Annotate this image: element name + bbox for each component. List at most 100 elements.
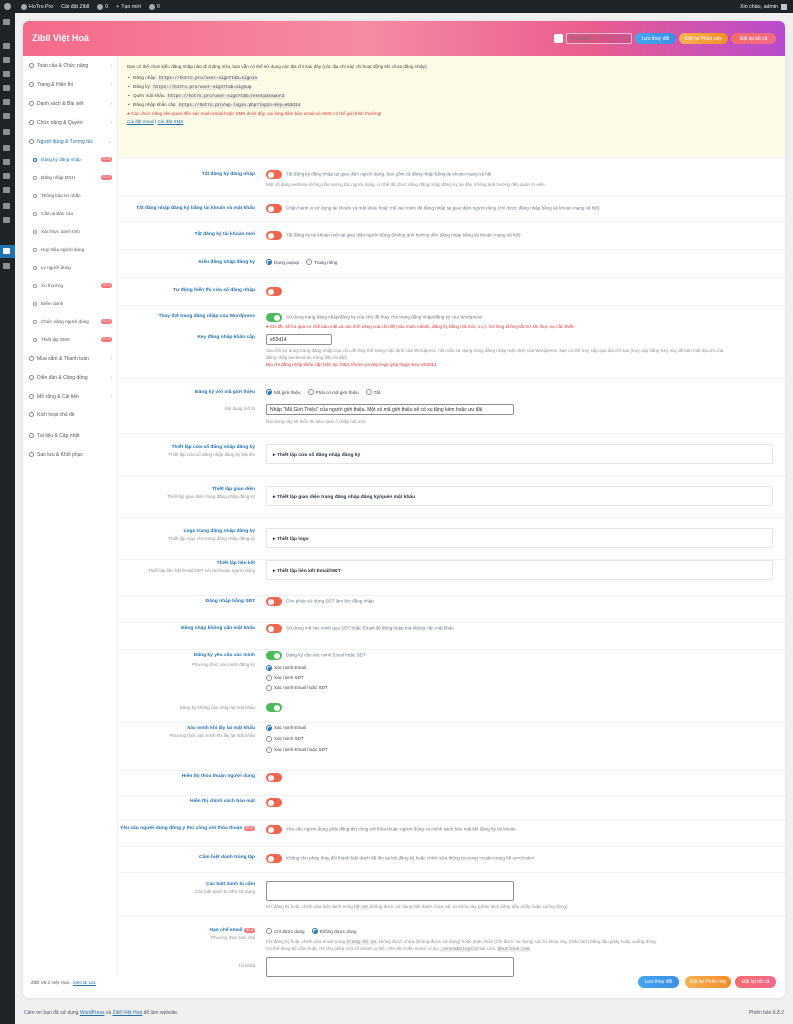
settings-icon[interactable] <box>3 187 10 193</box>
pin-icon[interactable] <box>3 43 10 49</box>
toggle-switch[interactable] <box>266 170 282 179</box>
radio-email-or-phone[interactable]: Xác minh Email hoặc SĐT <box>266 685 328 691</box>
sidebar-sub-ban[interactable]: Cấm & Báo cáo <box>23 207 118 220</box>
plugins-icon[interactable] <box>3 145 10 151</box>
toggle-switch[interactable] <box>266 854 282 863</box>
sidebar-item-lists[interactable]: Danh sách & Bài viết › <box>23 97 118 110</box>
appearance-icon[interactable] <box>3 129 10 135</box>
customize-link[interactable]: Cài đặt Zibll <box>61 4 89 10</box>
pages-icon[interactable] <box>3 71 10 77</box>
sidebar-item-pages[interactable]: Trang & Hiển thị › <box>23 78 118 91</box>
banned-nicknames-textarea[interactable] <box>266 881 514 901</box>
dashboard-icon[interactable] <box>3 19 10 25</box>
accordion-popup[interactable]: ▸ Thiết lập cửa sổ đăng nhập đăng ký <box>266 444 773 464</box>
row-banned-nicknames: Các biệt danh bị cấm Các biệt danh bị cấ… <box>118 872 785 916</box>
collapse-menu-icon[interactable] <box>3 263 10 269</box>
updates-link[interactable]: 0 <box>148 3 160 10</box>
sidebar-sub-checkin[interactable]: Điểm danh <box>23 297 118 310</box>
radio-invite-required[interactable] <box>307 389 314 395</box>
accordion-logo[interactable]: ▸ Thiết lập logo <box>266 528 773 548</box>
reply-icon[interactable] <box>3 113 10 119</box>
zibll-link[interactable]: Zibll Việt Hoá <box>113 1010 143 1016</box>
sidebar-sub-medals[interactable]: Huy hiệu người dùng <box>23 243 118 256</box>
toggle-switch[interactable] <box>266 313 282 322</box>
radio-popup[interactable] <box>266 259 272 265</box>
sidebar-item-users[interactable]: Người dùng & Tương tác ⌄ <box>23 135 118 148</box>
toggle-switch[interactable] <box>266 204 282 213</box>
radio-deny[interactable] <box>311 928 318 934</box>
author-link[interactable]: Mèo Bị Lạc <box>73 980 96 985</box>
sidebar-item-permissions[interactable]: Chức năng & Quyền › <box>23 116 118 129</box>
sidebar-item-docs[interactable]: Tài liệu & Cập nhật <box>23 429 118 442</box>
url-label: Đăng nhập: <box>133 75 157 80</box>
email-keywords-textarea[interactable] <box>266 957 514 977</box>
users-icon[interactable] <box>3 159 10 165</box>
sidebar-item-global[interactable]: Toàn cầu & Chức năng › <box>23 59 118 72</box>
tools-icon[interactable] <box>3 173 10 179</box>
accordion-interface[interactable]: ▸ Thiết lập giao diện trang đăng nhập đă… <box>266 486 773 506</box>
radio-email[interactable]: Xác minh Email <box>266 665 306 671</box>
reset-all-button-bottom[interactable]: Đặt lại tất cả <box>735 976 776 988</box>
comments-link[interactable]: 0 <box>97 3 108 10</box>
radio-allow-only[interactable] <box>266 928 272 934</box>
sidebar-sub-social[interactable]: Đăng nhập MXH V7.2 <box>23 171 118 184</box>
forum-icon[interactable] <box>3 99 10 105</box>
sidebar-sub-sms[interactable]: Thiết lập SMS V7.5 <box>23 333 118 346</box>
options-sidebar: Toàn cầu & Chức năng › Trang & Hiển thị › … <box>23 56 118 976</box>
sidebar-sub-identity[interactable]: Xác thực danh tính <box>23 225 118 238</box>
save-button-bottom[interactable]: Lưu thay đổi <box>638 976 679 988</box>
sms-settings-link[interactable]: Cài đặt SMS <box>158 119 184 124</box>
sidebar-sub-coins[interactable]: Xu thưởng V7.4 <box>23 279 118 292</box>
radio-email-or-phone[interactable]: Xác minh Email hoặc SĐT <box>266 747 328 753</box>
site-name-link[interactable]: HoTro.Pro <box>21 3 53 10</box>
radio-invite[interactable] <box>266 389 272 395</box>
radio-off[interactable] <box>365 389 372 395</box>
sidebar-item-shop[interactable]: Mua sắm & Thanh toán › <box>23 352 118 365</box>
toggle-switch[interactable] <box>266 703 282 712</box>
search-input[interactable] <box>566 33 632 44</box>
toggle-switch[interactable] <box>266 825 282 834</box>
toggle-switch[interactable] <box>266 597 282 606</box>
wordpress-link[interactable]: WordPress <box>80 1010 105 1016</box>
accordion-link[interactable]: ▸ Thiết lập liên kết Email/SĐT <box>266 560 773 580</box>
sidebar-sub-levels[interactable]: Lv người dùng <box>23 261 118 274</box>
shortcode-icon[interactable] <box>3 217 10 223</box>
toggle-switch[interactable] <box>266 287 282 296</box>
radio-email[interactable]: Xác minh Email <box>266 725 306 731</box>
media-icon[interactable] <box>3 57 10 63</box>
sidebar-item-activate[interactable]: Kích hoạt chủ đề <box>23 408 118 421</box>
sidebar-item-extensions[interactable]: Mở rộng & Cải tiến › <box>23 390 118 403</box>
radio-label: Xác minh SĐT <box>274 675 304 681</box>
radio-dot <box>266 747 272 753</box>
wordpress-logo-icon[interactable] <box>4 3 13 10</box>
sidebar-sub-user-functions[interactable]: Chức năng người dùng V7.3 <box>23 315 118 328</box>
account-menu[interactable]: Xin chào, admin <box>740 3 787 10</box>
toggle-switch[interactable] <box>266 798 282 807</box>
email-settings-link[interactable]: Cài đặt email <box>127 119 154 124</box>
seo-icon[interactable] <box>3 203 10 209</box>
invite-desc-input[interactable]: Nhập "Mã Giới Thiệu" của người giới thiệ… <box>266 404 514 415</box>
setting-label-text: Yêu cầu người dùng đồng ý thủ công với t… <box>120 826 243 831</box>
emergency-key-input[interactable]: e53d14 <box>266 334 332 345</box>
setting-control <box>266 287 286 296</box>
sidebar-item-forum[interactable]: Diễn đàn & Cộng đồng › <box>23 371 118 384</box>
toggle-switch[interactable] <box>266 231 282 240</box>
reset-all-button[interactable]: Đặt lại tất cả <box>731 33 776 44</box>
sidebar-sub-notifications[interactable]: Thông báo tin nhắn <box>23 189 118 202</box>
zibll-menu-active[interactable] <box>0 245 15 258</box>
toggle-switch[interactable] <box>266 773 282 782</box>
reset-section-button-bottom[interactable]: Đặt lại Phần này <box>685 976 731 988</box>
save-button[interactable]: Lưu thay đổi <box>635 33 676 44</box>
toggle-switch[interactable] <box>266 651 282 660</box>
reset-section-button[interactable]: Đặt lại Phần này <box>679 33 728 44</box>
version-badge: V7.3 <box>100 319 112 324</box>
new-content-link[interactable]: + Tạo mới <box>116 4 141 10</box>
sidebar-item-backup[interactable]: Sao lưu & Khôi phục <box>23 448 118 461</box>
radio-page[interactable] <box>306 259 313 265</box>
sidebar-sub-login[interactable]: Đăng ký đăng nhập V7.5 <box>23 153 118 166</box>
radio-phone[interactable]: Xác minh SĐT <box>266 675 304 681</box>
toggle-switch[interactable] <box>266 624 282 633</box>
radio-phone[interactable]: Xác minh SĐT <box>266 736 304 742</box>
comments-icon[interactable] <box>3 85 10 91</box>
expand-icon[interactable] <box>554 34 563 43</box>
